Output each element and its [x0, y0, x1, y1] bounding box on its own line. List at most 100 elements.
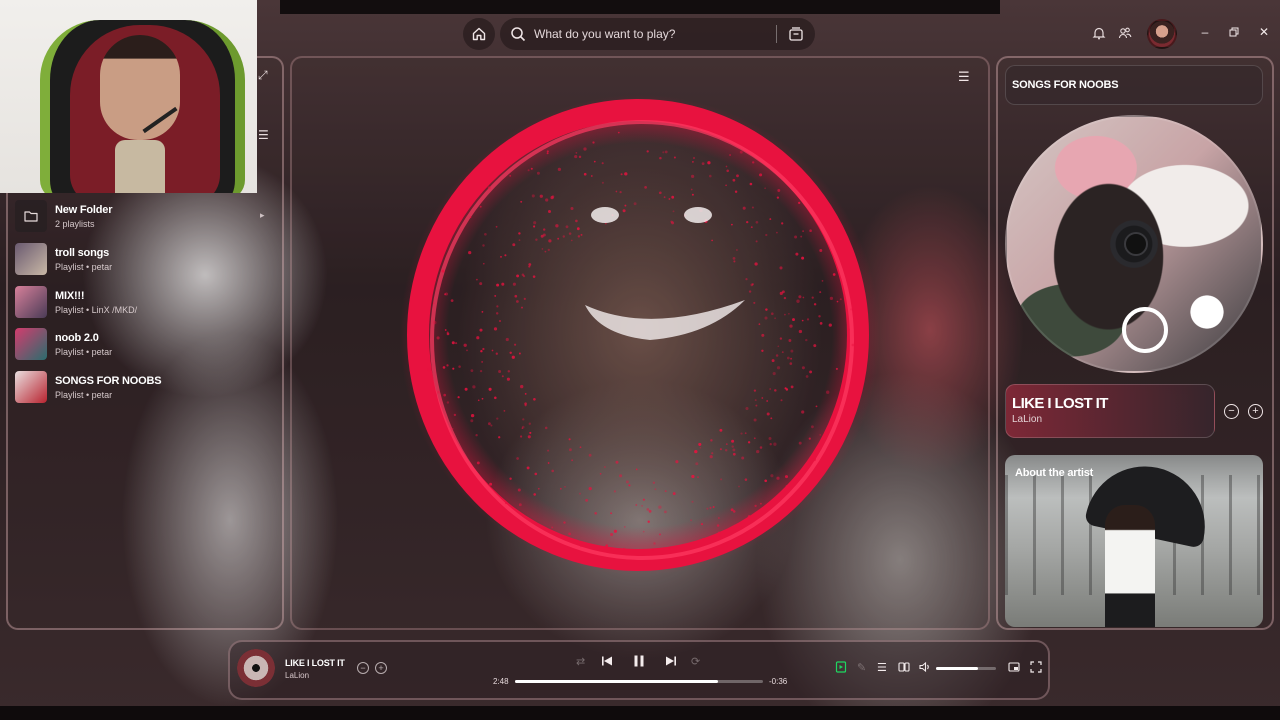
visualizer-particle — [624, 172, 628, 176]
search-input[interactable]: What do you want to play? — [534, 27, 776, 41]
library-item-playlist[interactable]: MIX!!! Playlist • LinX /MKD/ — [15, 284, 275, 320]
minimize-icon[interactable]: – — [1196, 25, 1214, 39]
visualizer-particle — [789, 324, 793, 328]
visualizer-particle — [772, 372, 776, 376]
visualizer-particle — [495, 225, 498, 228]
library-item-subtitle: Playlist • petar — [55, 389, 113, 400]
visualizer-particle — [601, 162, 604, 165]
player-album-art[interactable] — [237, 649, 275, 687]
visualizer-particle — [446, 364, 449, 367]
visualizer-particle — [710, 439, 713, 442]
visualizer-particle — [539, 194, 543, 198]
visualizer-particle — [500, 256, 502, 258]
library-item-playlist[interactable]: SONGS FOR NOOBS Playlist • petar — [15, 369, 275, 405]
visualizer-particle — [785, 485, 789, 489]
library-item-playlist[interactable]: troll songs Playlist • petar — [15, 241, 275, 277]
visualizer-particle — [813, 303, 817, 306]
visualizer-particle — [488, 387, 492, 391]
visualizer-particle — [579, 545, 582, 548]
volume-icon[interactable] — [919, 661, 931, 673]
panel-playlist-header[interactable]: SONGS FOR NOOBS — [1005, 65, 1263, 105]
folder-expand-arrow[interactable]: ▸ — [260, 210, 265, 221]
visualizer-particle — [691, 174, 695, 178]
visualizer-particle — [718, 517, 720, 519]
lyrics-icon[interactable]: ✎ — [857, 661, 866, 674]
visualizer-particle — [496, 305, 499, 308]
visualizer-particle — [504, 501, 508, 505]
visualizer-particle — [664, 150, 668, 154]
next-icon[interactable] — [665, 655, 677, 667]
visualizer-particle — [574, 155, 578, 159]
add-icon[interactable]: + — [375, 662, 387, 674]
fullscreen-icon[interactable] — [1030, 661, 1042, 673]
close-icon[interactable]: ✕ — [1255, 25, 1273, 39]
visualizer-particle — [514, 343, 517, 346]
volume-slider[interactable] — [936, 667, 996, 670]
visualizer-particle — [770, 417, 773, 420]
visualizer-particle — [610, 532, 614, 537]
visualizer-particle — [658, 191, 662, 195]
visualizer-particle — [731, 439, 735, 443]
visualizer-particle — [759, 502, 762, 505]
visualizer-particle — [664, 490, 667, 493]
visualizer-particle — [547, 248, 550, 252]
visualizer-particle — [615, 190, 618, 193]
bottom-dark-strip — [0, 706, 1280, 720]
visualizer-particle — [773, 442, 777, 446]
visualizer-particle — [494, 294, 497, 297]
visualizer-particle — [603, 466, 606, 468]
connect-device-icon[interactable] — [898, 661, 910, 673]
visualizer-particle — [551, 195, 555, 198]
previous-icon[interactable] — [601, 655, 613, 667]
visualizer-particle — [578, 492, 582, 495]
home-button[interactable] — [463, 18, 495, 50]
visualizer-particle — [828, 323, 832, 327]
pause-icon[interactable] — [632, 654, 646, 668]
user-avatar[interactable] — [1147, 19, 1177, 49]
player-track-artist[interactable]: LaLion — [285, 671, 309, 680]
visualizer-particle — [442, 366, 446, 369]
shuffle-icon[interactable]: ⇄ — [576, 655, 585, 668]
visualizer-particle — [625, 480, 629, 484]
menu-icon[interactable]: ☰ — [958, 69, 970, 85]
miniplayer-icon[interactable] — [1008, 661, 1020, 673]
visualizer-particle — [769, 388, 772, 390]
library-item-title: troll songs — [55, 246, 110, 259]
visualizer-particle — [651, 548, 654, 551]
progress-bar[interactable] — [515, 680, 763, 683]
visualizer-particle — [768, 437, 772, 440]
visualizer-particle — [635, 468, 638, 471]
now-playing-view-icon[interactable] — [835, 661, 847, 673]
browse-icon[interactable] — [785, 23, 807, 45]
friends-icon[interactable] — [1116, 24, 1134, 42]
about-artist-card[interactable]: About the artist — [1005, 455, 1263, 627]
remove-icon[interactable]: − — [1224, 404, 1239, 419]
visualizer-particle — [511, 355, 515, 359]
remove-icon[interactable]: − — [357, 662, 369, 674]
expand-library-icon[interactable]: ⤢ — [258, 68, 268, 83]
add-icon[interactable]: + — [1248, 404, 1263, 419]
visualizer-particle — [522, 418, 525, 421]
visualizer-particle — [495, 312, 499, 315]
bell-icon[interactable] — [1090, 24, 1108, 42]
visualizer-particle — [617, 548, 619, 551]
visualizer-particle — [528, 422, 531, 425]
player-track-title[interactable]: LIKE I LOST IT — [285, 658, 345, 668]
repeat-icon[interactable]: ⟳ — [691, 655, 700, 668]
search-divider — [776, 25, 777, 43]
queue-icon[interactable]: ☰ — [877, 661, 887, 674]
visualizer-particle — [788, 312, 790, 315]
library-item-playlist[interactable]: noob 2.0 Playlist • petar — [15, 326, 275, 362]
now-playing-artist[interactable]: LaLion — [1012, 414, 1208, 425]
visualizer-particle — [601, 181, 604, 184]
library-item-folder[interactable]: New Folder 2 playlists — [15, 198, 275, 234]
list-view-icon[interactable]: ☰ — [258, 128, 269, 142]
visualizer-particle — [764, 187, 766, 190]
visualizer-particle — [648, 509, 652, 513]
search-bar[interactable]: What do you want to play? — [500, 18, 815, 50]
visualizer-particle — [835, 367, 838, 370]
disc-bones-graphic — [1177, 292, 1237, 332]
now-playing-card[interactable]: LIKE I LOST IT LaLion — [1005, 384, 1215, 438]
maximize-icon[interactable] — [1225, 25, 1243, 37]
visualizer-particle — [812, 458, 816, 462]
